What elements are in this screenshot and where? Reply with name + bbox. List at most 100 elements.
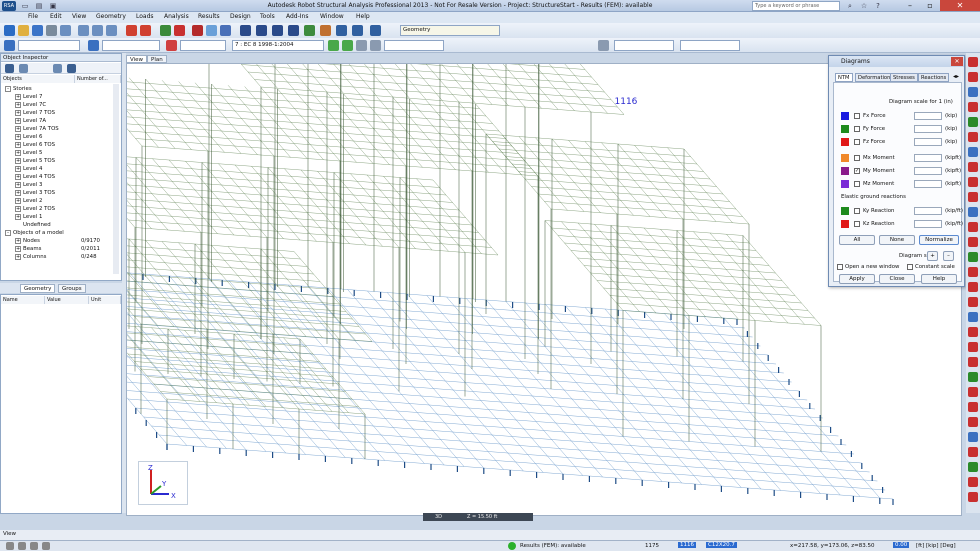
results-icon[interactable] [336, 25, 347, 36]
floor-grid-line[interactable] [539, 64, 592, 113]
floor-grid-line[interactable] [140, 323, 373, 342]
status-icon-3[interactable] [30, 542, 38, 550]
floor-grid-line[interactable] [127, 198, 473, 226]
view-field-2[interactable] [680, 40, 740, 51]
side-tool-icon[interactable] [968, 222, 978, 232]
floor-grid-line[interactable] [596, 280, 796, 296]
tab-stresses[interactable]: Stresses [890, 73, 918, 82]
status-icon-4[interactable] [42, 542, 50, 550]
search-input[interactable]: Type a keyword or phrase [752, 1, 840, 11]
menu-view[interactable]: View [72, 13, 86, 20]
expand-icon[interactable]: + [15, 237, 21, 244]
side-tool-icon[interactable] [968, 87, 978, 97]
maximize-button[interactable]: ▫ [920, 0, 940, 11]
floor-grid-line[interactable] [127, 190, 466, 218]
floor-grid-line[interactable] [145, 78, 209, 152]
floor-grid-line[interactable] [622, 310, 822, 326]
tree-item[interactable]: + Level 6 [3, 133, 119, 141]
floor-grid-line[interactable] [524, 178, 724, 195]
tree-item[interactable]: - Stories [3, 85, 119, 93]
expand-icon[interactable]: + [15, 189, 21, 196]
open-icon[interactable]: ▤ [32, 1, 46, 11]
expand-icon[interactable]: + [15, 157, 21, 164]
col-value[interactable]: Value [45, 296, 89, 304]
display-icon[interactable] [206, 25, 217, 36]
tree-item[interactable]: + Level 7A TOS [3, 125, 119, 133]
floor-grid-line[interactable] [127, 242, 301, 260]
diagram-scale-field[interactable] [914, 167, 942, 175]
z-level[interactable]: Z = 15.50 ft [467, 514, 497, 520]
tree-item[interactable]: + Nodes 0/9170 [3, 237, 119, 245]
side-tool-icon[interactable] [968, 312, 978, 322]
diagram-scale-field[interactable] [914, 180, 942, 188]
side-tool-icon[interactable] [968, 492, 978, 502]
tab-view[interactable]: View [126, 55, 148, 63]
color-swatch[interactable] [841, 207, 849, 215]
floor-grid-line[interactable] [160, 391, 359, 407]
tree-item[interactable]: + Level 4 TOS [3, 173, 119, 181]
mode-selector[interactable] [384, 40, 444, 51]
floor-grid-line[interactable] [134, 316, 366, 335]
expand-icon[interactable]: + [15, 125, 21, 132]
expand-icon[interactable]: + [15, 149, 21, 156]
expand-icon[interactable]: + [15, 173, 21, 180]
floor-grid-line[interactable] [127, 339, 314, 355]
floor-grid-line[interactable] [127, 212, 486, 241]
floor-grid-line[interactable] [127, 257, 314, 275]
side-tool-icon[interactable] [968, 417, 978, 427]
tree-item[interactable]: + Level 3 [3, 181, 119, 189]
filter-icon[interactable] [370, 40, 381, 51]
tab-ntm[interactable]: NTM [835, 73, 853, 82]
floor-grid-line[interactable] [440, 64, 493, 105]
tree-item[interactable]: + Level 7A [3, 117, 119, 125]
expand-icon[interactable]: + [15, 141, 21, 148]
tree-item[interactable]: + Columns 0/248 [3, 253, 119, 261]
diagram-checkbox[interactable] [854, 181, 860, 187]
side-tool-icon[interactable] [968, 177, 978, 187]
app-logo-icon[interactable]: RSA [2, 1, 16, 11]
layout-selector[interactable]: Geometry [400, 25, 500, 36]
tab-deformation[interactable]: Deformation [855, 73, 894, 82]
print-icon[interactable] [46, 25, 57, 36]
floor-grid-line[interactable] [127, 101, 500, 132]
floor-grid-line[interactable] [127, 264, 321, 282]
side-tool-icon[interactable] [968, 342, 978, 352]
side-tool-icon[interactable] [968, 447, 978, 457]
floor-grid-line[interactable] [359, 95, 423, 168]
side-tool-icon[interactable] [968, 327, 978, 337]
floor-grid-line[interactable] [376, 96, 440, 169]
floor-grid-line[interactable] [490, 64, 542, 109]
floor-grid-line[interactable] [128, 219, 492, 248]
floor-grid-line[interactable] [161, 80, 225, 153]
side-tool-icon[interactable] [968, 207, 978, 217]
floor-grid-line[interactable] [127, 175, 453, 203]
decrease-size-button[interactable]: – [943, 251, 954, 261]
selected-node[interactable]: 1116 [678, 542, 696, 548]
menu-design[interactable]: Design [230, 13, 251, 20]
load-icon[interactable] [304, 25, 315, 36]
close-dialog-button[interactable]: Close [879, 274, 915, 284]
tab-reactions[interactable]: Reactions [918, 73, 950, 82]
floor-grid-line[interactable] [293, 90, 357, 163]
side-tool-icon[interactable] [968, 282, 978, 292]
reaction-checkbox[interactable] [854, 208, 860, 214]
floor-grid-line[interactable] [537, 193, 737, 210]
tabs-scroll-icon[interactable]: ◂▸ [953, 73, 959, 80]
col-number[interactable]: Number of... [75, 75, 121, 83]
floor-grid-line[interactable] [511, 163, 711, 180]
tree-item[interactable]: + Level 4 [3, 165, 119, 173]
constant-scale-checkbox[interactable] [907, 264, 913, 270]
floor-grid-line[interactable] [485, 133, 685, 150]
floor-grid-line[interactable] [127, 77, 176, 149]
tree-item[interactable]: Undefined [3, 221, 119, 229]
floor-grid-line[interactable] [260, 86, 625, 115]
side-tool-icon[interactable] [968, 132, 978, 142]
floor-grid-line[interactable] [358, 64, 410, 99]
tree-item[interactable]: + Level 2 [3, 197, 119, 205]
view-field-1[interactable] [614, 40, 674, 51]
side-tool-icon[interactable] [968, 117, 978, 127]
expand-icon[interactable]: + [15, 197, 21, 204]
save-project-icon[interactable] [32, 25, 43, 36]
slab-grid-line[interactable] [159, 434, 886, 491]
expand-icon[interactable]: + [15, 133, 21, 140]
